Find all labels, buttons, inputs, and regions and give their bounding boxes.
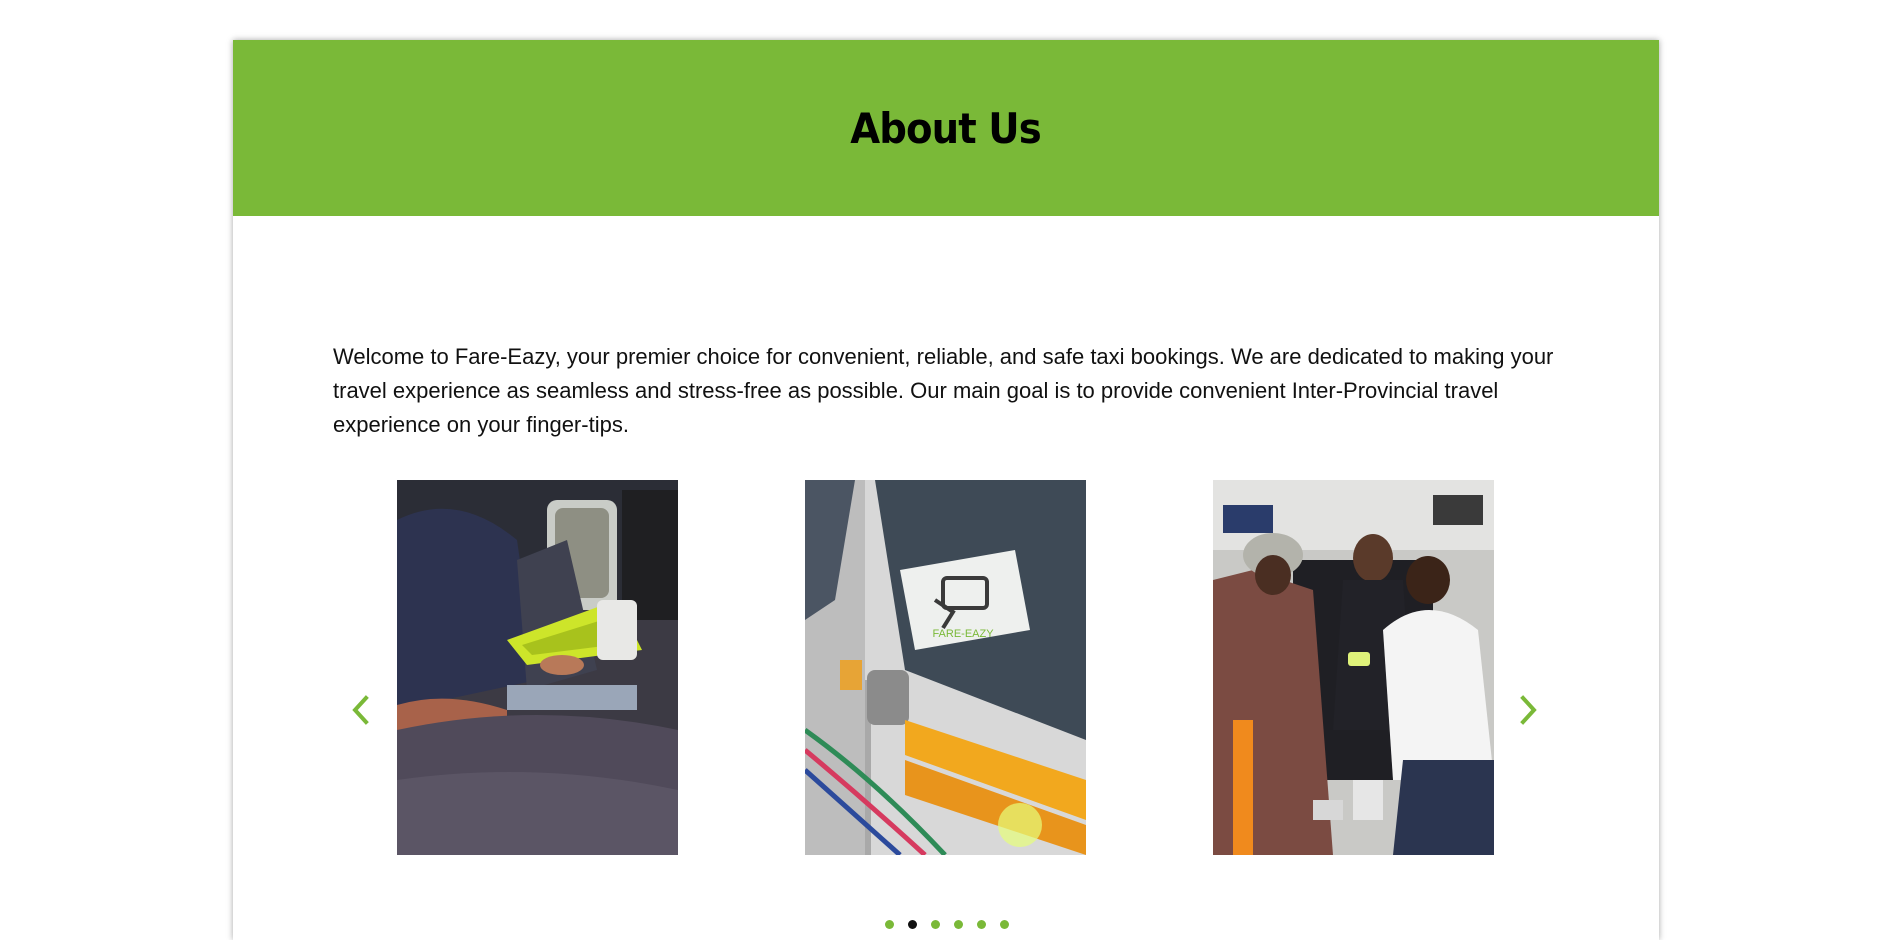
sticker-logo-text: FARE-EAZY	[932, 628, 994, 640]
carousel-dot-6[interactable]	[1000, 920, 1009, 929]
carousel-dot-1[interactable]	[885, 920, 894, 929]
carousel-slide-2: FARE-EAZY	[805, 480, 1086, 855]
carousel-dots	[233, 920, 1659, 940]
about-us-card: About Us Welcome to Fare-Eazy, your prem…	[233, 40, 1659, 940]
carousel-dot-4[interactable]	[954, 920, 963, 929]
carousel-prev-button[interactable]	[346, 690, 376, 730]
people-in-taxi-photo	[1213, 480, 1494, 855]
about-header: About Us	[233, 40, 1659, 216]
carousel-slide-1	[397, 480, 678, 855]
chevron-left-icon	[352, 695, 369, 725]
intro-paragraph: Welcome to Fare-Eazy, your premier choic…	[333, 344, 1554, 437]
carousel-dot-5[interactable]	[977, 920, 986, 929]
carousel-next-button[interactable]	[1513, 690, 1543, 730]
carousel-dot-3[interactable]	[931, 920, 940, 929]
carousel-slide-3	[1213, 480, 1494, 855]
card-machine-photo	[397, 480, 678, 855]
carousel-dot-2[interactable]	[908, 920, 917, 929]
chevron-right-icon	[1520, 695, 1537, 725]
taxi-door-sticker-photo: FARE-EAZY	[805, 480, 1086, 855]
photo-carousel: FARE-EAZY	[233, 480, 1659, 929]
page-title: About Us	[850, 103, 1042, 153]
